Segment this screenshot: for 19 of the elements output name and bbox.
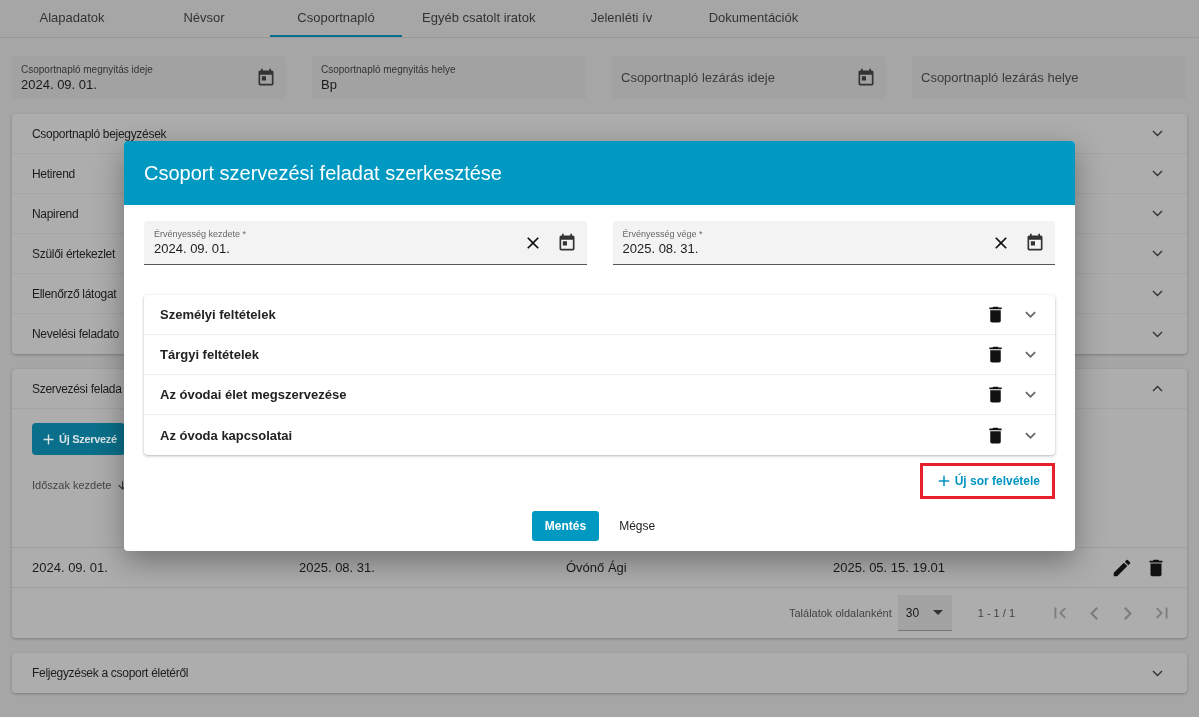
per-page-label: Találatok oldalanként: [788, 607, 892, 619]
field-label: Csoportnapló megnyitás helye: [321, 63, 457, 75]
page-range: 1 - 1 / 1: [977, 607, 1015, 619]
table-cell-text: 2025. 05. 15. 19.01: [833, 560, 947, 575]
table-cell-text: Óvónő Ági: [566, 560, 628, 575]
field-label: Csoportnapló megnyitás ideje: [21, 63, 154, 75]
field-value: Bp: [321, 76, 338, 92]
field-label: Csoportnapló lezárás ideje: [621, 70, 776, 85]
field-value: 2024. 09. 01.: [21, 76, 98, 92]
field-label: Csoportnapló lezárás helye: [921, 70, 1080, 85]
table-cell-text: 2024. 09. 01.: [32, 560, 109, 575]
panel-title: Szervezési felada: [32, 381, 122, 396]
panel-title: Feljegyzések a csoport életéről: [32, 666, 189, 680]
field-label: Érvényesség kezdete *: [154, 229, 248, 239]
dialog-title: Csoport szervezési feladat szerkesztése: [144, 161, 502, 185]
field-value: 2024. 09. 01.: [154, 241, 231, 256]
field-label: Érvényesség vége *: [622, 229, 704, 239]
table-cell-text: 2025. 08. 31.: [299, 560, 376, 575]
field-value: 2025. 08. 31.: [622, 241, 700, 256]
